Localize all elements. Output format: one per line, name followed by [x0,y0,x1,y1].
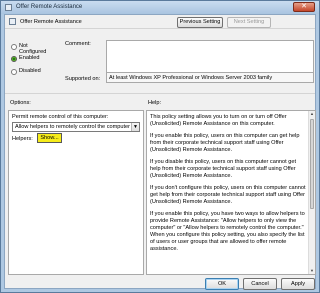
radio-selected-icon [11,56,17,62]
scroll-down-icon[interactable]: ▼ [309,268,315,274]
scroll-thumb[interactable] [310,119,314,209]
permit-control-value: Allow helpers to remotely control the co… [15,124,131,130]
radio-not-configured[interactable]: Not Configured [11,43,51,55]
options-pane: Permit remote control of this computer: … [8,110,144,275]
help-label: Help: [148,100,162,106]
supported-on-label: Supported on: [65,76,101,82]
policy-icon [9,18,16,25]
helpers-label: Helpers: [12,136,33,142]
radio-icon [11,69,17,75]
radio-disabled[interactable]: Disabled [11,68,51,76]
permit-control-select[interactable]: Allow helpers to remotely control the co… [12,122,140,132]
radio-label: Enabled [19,55,40,61]
comment-label: Comment: [65,41,91,47]
help-pane: This policy setting allows you to turn o… [146,110,316,275]
cancel-button[interactable]: Cancel [243,278,277,290]
previous-setting-button[interactable]: Previous Setting [177,17,223,28]
permit-control-label: Permit remote control of this computer: [12,114,109,120]
header-row: Offer Remote Assistance Previous Setting… [5,15,315,29]
dialog-client: Offer Remote Assistance Previous Setting… [4,14,316,290]
policy-name: Offer Remote Assistance [20,19,82,25]
radio-enabled[interactable]: Enabled [11,55,51,63]
ok-button[interactable]: OK [205,278,239,290]
help-paragraph: This policy setting allows you to turn o… [150,114,287,127]
title-bar[interactable]: Offer Remote Assistance ✕ [1,1,319,14]
supported-on-value: At least Windows XP Professional or Wind… [109,75,273,81]
options-label: Options: [10,100,31,106]
help-scrollbar[interactable]: ▲ ▼ [308,111,315,274]
chevron-down-icon: ▼ [131,123,139,131]
close-button[interactable]: ✕ [293,2,315,12]
policy-icon [5,4,12,11]
radio-label: Not Configured [19,43,47,55]
dialog-window: Offer Remote Assistance ✕ Offer Remote A… [0,0,320,293]
help-paragraph: If you don't configure this policy, user… [150,185,306,205]
apply-button[interactable]: Apply [281,278,315,290]
divider [5,93,315,94]
radio-icon [11,44,17,50]
close-icon: ✕ [301,3,307,10]
next-setting-button[interactable]: Next Setting [227,17,271,28]
window-title: Offer Remote Assistance [16,4,83,10]
help-paragraph: If you enable this policy, users on this… [150,133,300,153]
help-text: This policy setting allows you to turn o… [150,114,306,258]
scroll-up-icon[interactable]: ▲ [309,111,315,117]
show-helpers-button[interactable]: Show... [37,133,62,143]
help-paragraph: If you enable this policy, you have two … [150,211,305,252]
supported-on-field: At least Windows XP Professional or Wind… [106,72,314,83]
help-paragraph: If you disable this policy, users on thi… [150,159,297,179]
radio-label: Disabled [19,68,41,74]
